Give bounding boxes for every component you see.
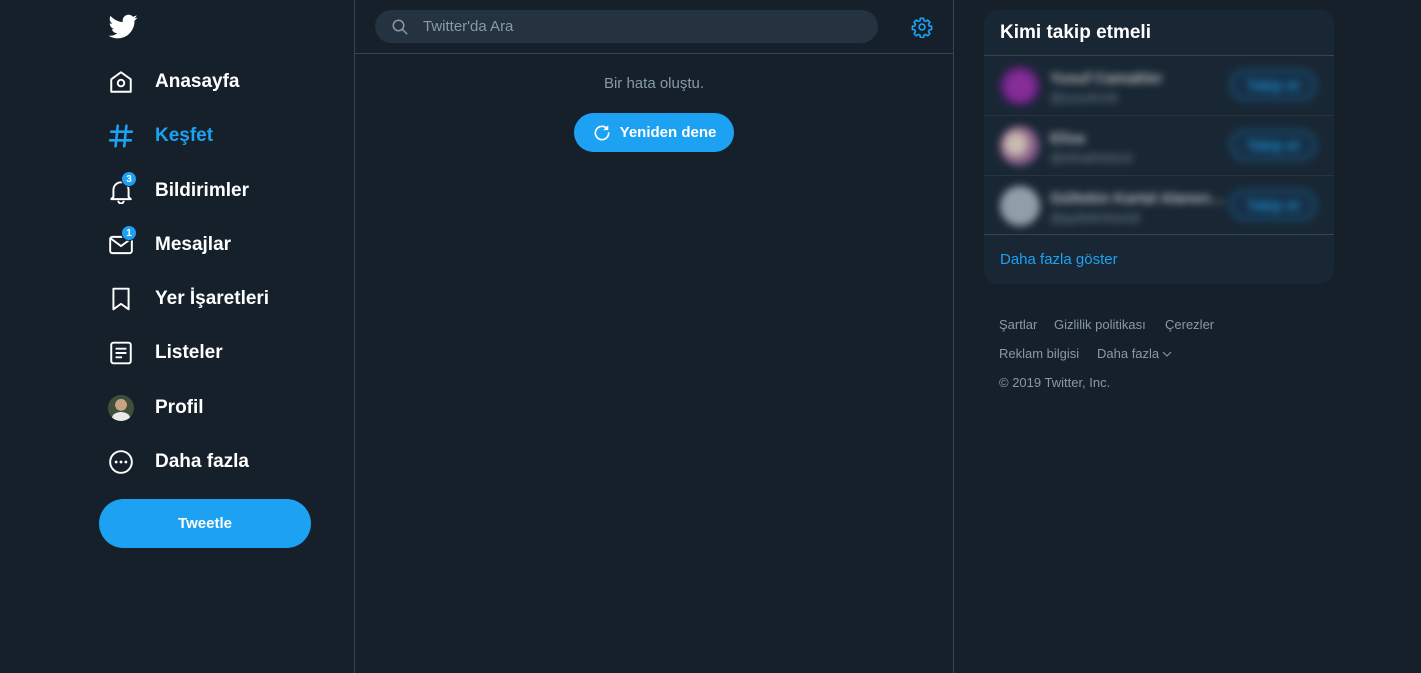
footer-ads-info-link[interactable]: Reklam bilgisi — [999, 346, 1079, 361]
suggestion-item[interactable]: Elisa @elisathebest Takip et — [984, 118, 1334, 178]
follow-button[interactable]: Takip et — [1230, 130, 1316, 160]
nav-label: Anasayfa — [155, 71, 240, 92]
header-divider — [355, 53, 953, 54]
more-circle-icon — [108, 449, 134, 475]
profile-icon-wrap — [108, 395, 134, 421]
card-divider — [984, 115, 1334, 116]
nav-item-bookmarks[interactable]: Yer İşaretleri — [108, 279, 269, 319]
retry-button[interactable]: Yeniden dene — [574, 113, 734, 152]
nav-label: Mesajlar — [155, 234, 232, 255]
left-navigation: Anasayfa Keşfet 3 Bildirimler 1 Mesajlar… — [0, 0, 354, 673]
divider — [354, 0, 355, 673]
suggestion-name: Gültekin Kartal Alanen… — [1050, 190, 1226, 207]
suggestion-handle: @gultekinkartal — [1050, 210, 1140, 225]
search-input[interactable]: Twitter'da Ara — [375, 10, 878, 43]
error-message: Bir hata oluştu. — [603, 75, 705, 92]
bell-icon: 3 — [108, 171, 137, 204]
divider — [953, 0, 954, 673]
nav-label: Listeler — [155, 342, 223, 363]
suggestion-item[interactable]: Yusuf Camakler @yusufcmk Takip et — [984, 58, 1334, 118]
list-icon — [108, 340, 134, 366]
suggestion-avatar — [1000, 66, 1040, 106]
suggestion-name: Yusuf Camakler — [1050, 70, 1163, 87]
suggestion-item[interactable]: Gültekin Kartal Alanen… @gultekinkartal … — [984, 178, 1334, 238]
suggestion-handle: @yusufcmk — [1050, 90, 1119, 105]
nav-item-messages[interactable]: 1 Mesajlar — [108, 225, 231, 265]
card-divider — [984, 175, 1334, 176]
card-divider — [984, 234, 1334, 235]
nav-item-more[interactable]: Daha fazla — [108, 442, 249, 482]
mail-icon: 1 — [108, 225, 137, 258]
retry-label: Yeniden dene — [619, 124, 717, 141]
footer-more-label: Daha fazla — [1097, 346, 1160, 361]
search-icon — [392, 19, 408, 34]
suggestion-avatar — [1000, 186, 1040, 226]
gear-icon[interactable] — [911, 16, 933, 38]
message-badge: 1 — [121, 225, 137, 241]
follow-button[interactable]: Takip et — [1230, 190, 1316, 220]
home-icon — [108, 69, 134, 95]
tweet-button[interactable]: Tweetle — [99, 499, 311, 548]
nav-item-profile[interactable]: Profil — [108, 388, 204, 428]
bookmark-icon — [108, 286, 134, 312]
nav-item-notifications[interactable]: 3 Bildirimler — [108, 171, 249, 211]
nav-item-home[interactable]: Anasayfa — [108, 62, 240, 102]
follow-button[interactable]: Takip et — [1230, 70, 1316, 100]
refresh-icon — [594, 124, 610, 140]
avatar — [108, 395, 134, 421]
twitter-logo-icon[interactable] — [109, 12, 138, 41]
nav-item-lists[interactable]: Listeler — [108, 333, 223, 373]
nav-label: Yer İşaretleri — [155, 288, 270, 309]
footer-terms-link[interactable]: Şartlar — [999, 317, 1037, 332]
nav-label: Keşfet — [155, 125, 214, 146]
hashtag-icon — [108, 123, 134, 149]
nav-label: Daha fazla — [155, 451, 249, 472]
copyright-text: © 2019 Twitter, Inc. — [999, 375, 1111, 390]
footer-more-link[interactable]: Daha fazla — [1097, 346, 1173, 361]
nav-label: Profil — [155, 397, 204, 418]
nav-label: Bildirimler — [155, 180, 249, 201]
who-to-follow-title: Kimi takip etmeli — [1000, 22, 1151, 43]
card-divider — [984, 55, 1334, 56]
footer-cookies-link[interactable]: Çerezler — [1165, 317, 1214, 332]
who-to-follow-card: Kimi takip etmeli Yusuf Camakler @yusufc… — [984, 10, 1334, 284]
show-more-link[interactable]: Daha fazla göster — [1000, 251, 1118, 268]
search-placeholder: Twitter'da Ara — [423, 18, 514, 35]
suggestion-handle: @elisathebest — [1050, 150, 1133, 165]
chevron-down-icon — [1162, 351, 1172, 357]
suggestion-name: Elisa — [1050, 130, 1086, 147]
nav-item-explore[interactable]: Keşfet — [108, 116, 213, 156]
suggestion-avatar — [1000, 126, 1040, 166]
footer-privacy-link[interactable]: Gizlilik politikası — [1054, 317, 1146, 332]
notification-badge: 3 — [121, 171, 137, 187]
